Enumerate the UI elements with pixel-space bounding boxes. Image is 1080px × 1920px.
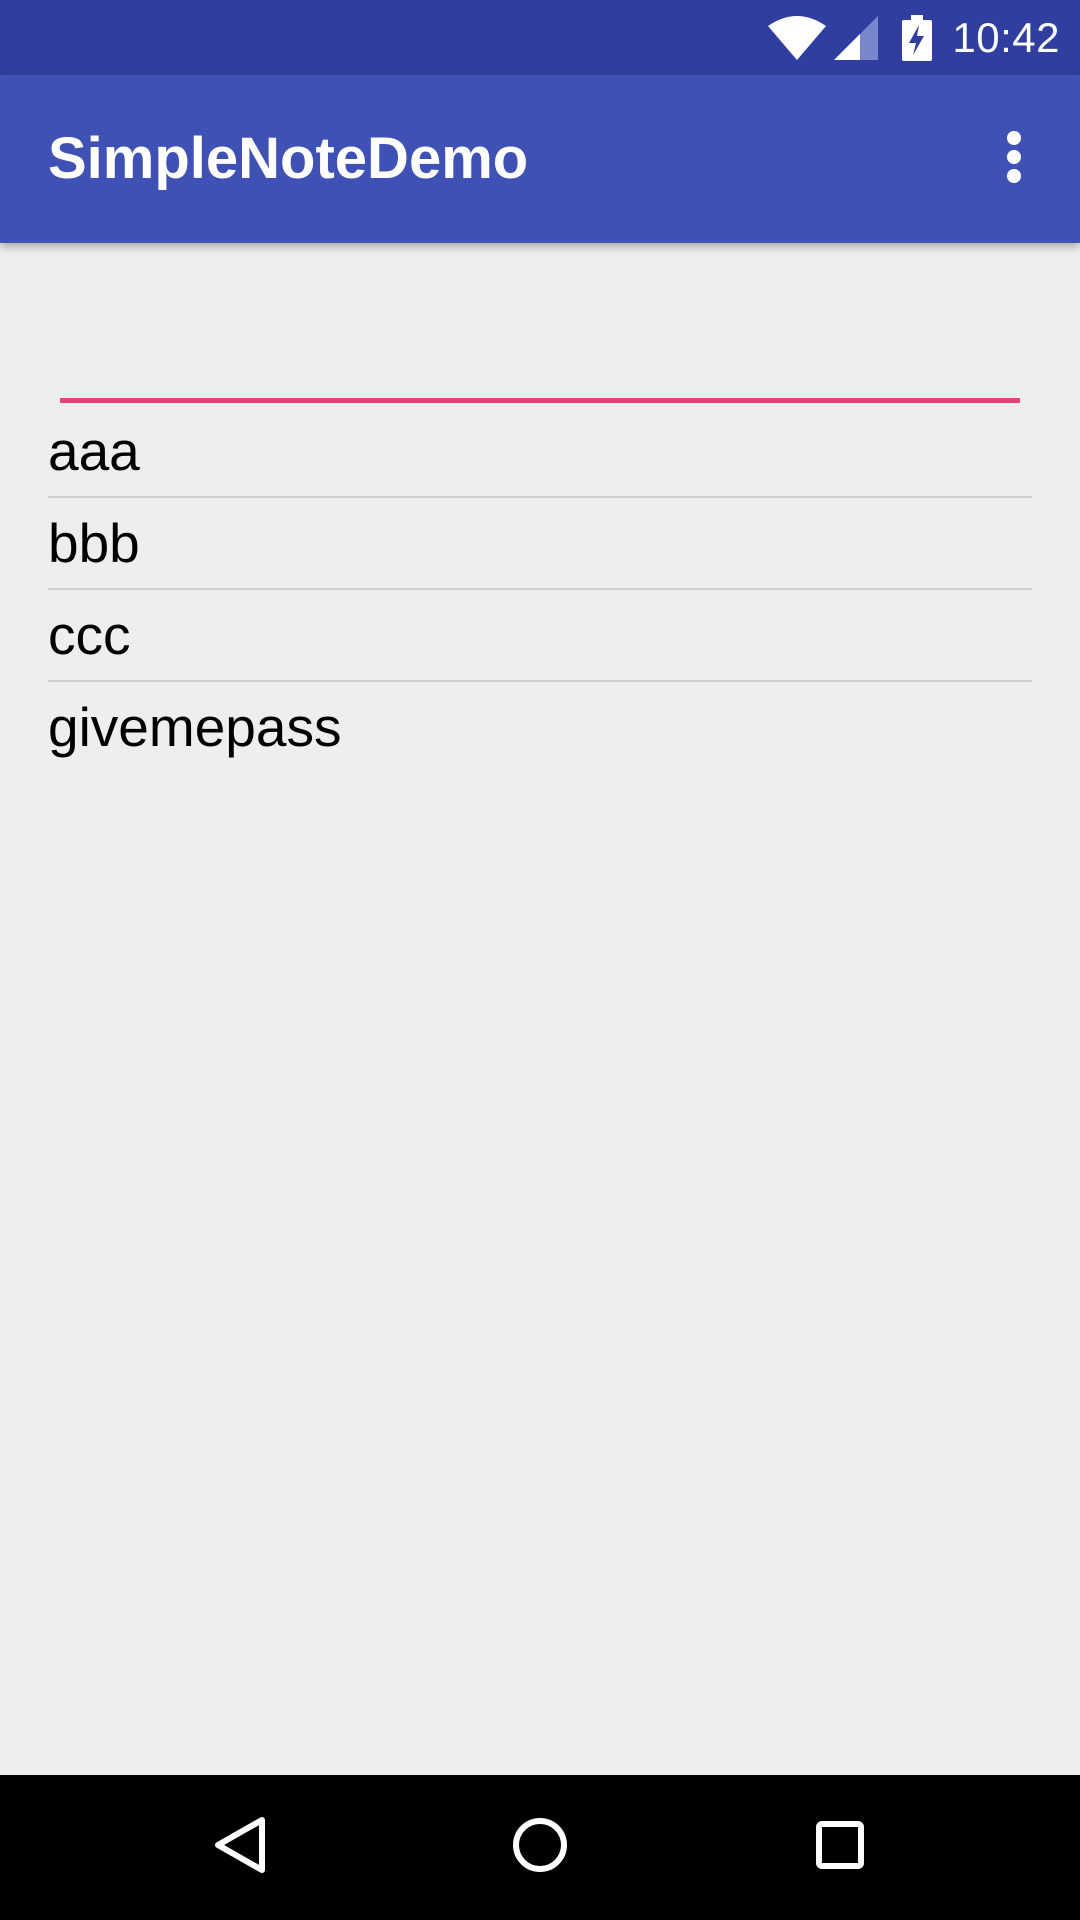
screen: 10:42 SimpleNoteDemo aaa bbb ccc givemep… <box>0 0 1080 1920</box>
status-time: 10:42 <box>952 13 1060 61</box>
home-icon <box>512 1817 568 1878</box>
note-list: aaa bbb ccc givemepass <box>48 406 1032 772</box>
recents-icon <box>815 1820 865 1875</box>
signal-icon <box>834 15 879 60</box>
navigation-bar <box>0 1775 1080 1920</box>
more-vert-icon <box>1006 130 1022 188</box>
overflow-menu-button[interactable] <box>972 117 1056 201</box>
back-button[interactable] <box>190 1797 290 1897</box>
wifi-icon <box>768 15 827 60</box>
status-bar: 10:42 <box>0 0 1080 75</box>
note-item[interactable]: ccc <box>48 590 1032 682</box>
status-icons: 10:42 <box>768 0 1060 75</box>
app-bar: SimpleNoteDemo <box>0 75 1080 243</box>
app-title: SimpleNoteDemo <box>48 126 529 191</box>
home-button[interactable] <box>490 1797 590 1897</box>
note-item[interactable]: aaa <box>48 406 1032 498</box>
content-area: aaa bbb ccc givemepass <box>0 243 1080 1775</box>
note-item[interactable]: givemepass <box>48 682 1032 772</box>
back-icon <box>212 1815 268 1880</box>
note-item[interactable]: bbb <box>48 498 1032 590</box>
battery-charging-icon <box>902 14 933 61</box>
recents-button[interactable] <box>790 1797 890 1897</box>
note-input[interactable] <box>60 303 1020 403</box>
